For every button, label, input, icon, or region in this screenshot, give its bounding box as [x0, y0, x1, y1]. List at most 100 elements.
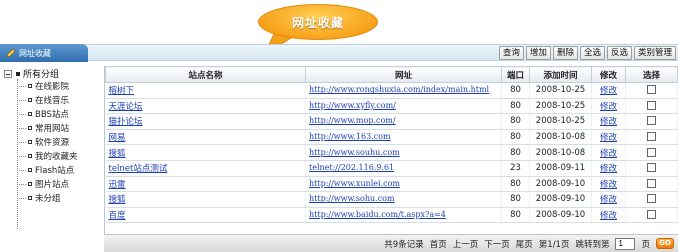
row-checkbox[interactable] [647, 178, 656, 188]
tree-item[interactable]: BBS站点 [17, 108, 69, 120]
go-button[interactable]: GO [656, 238, 674, 249]
row-checkbox[interactable] [647, 100, 656, 110]
tree-item[interactable]: 在线影院 [17, 80, 69, 92]
site-url-link[interactable]: http://www.xunlei.com [309, 179, 400, 188]
tree-item-label[interactable]: 图片站点 [35, 178, 69, 190]
edit-link[interactable]: 修改 [600, 149, 617, 159]
site-url-link[interactable]: http://www.baidu.com/t.aspx?a=4 [309, 210, 446, 219]
tree-branch [17, 197, 26, 199]
site-url-link[interactable]: http://www.rongshuxia.com/index/main.htm… [309, 85, 489, 94]
edit-link[interactable]: 修改 [600, 102, 617, 112]
tree-root-label[interactable]: 所有分组 [23, 67, 59, 80]
tree-item[interactable]: 未分组 [17, 192, 61, 204]
table-row: 榕树下 http://www.rongshuxia.com/index/main… [105, 82, 678, 99]
header-edit: 修改 [591, 66, 626, 83]
node-icon [28, 84, 32, 88]
invert-selection-button[interactable]: 反选 [606, 46, 632, 60]
category-manage-button[interactable]: 类别管理 [633, 46, 676, 60]
site-name-link[interactable]: 猫扑论坛 [109, 117, 143, 127]
tree-item[interactable]: 图片站点 [17, 178, 69, 190]
tree-item-label[interactable]: 未分组 [35, 192, 61, 204]
collapse-icon[interactable] [4, 69, 12, 78]
add-button[interactable]: 增加 [525, 46, 551, 60]
port-cell: 80 [501, 113, 530, 130]
next-page-link[interactable]: 下一页 [484, 238, 510, 250]
edit-link[interactable]: 修改 [600, 195, 617, 205]
tree-item-label[interactable]: 我的收藏夹 [35, 150, 78, 162]
row-checkbox[interactable] [647, 194, 656, 204]
panel-header: 网址收藏 查询 增加 删除 全选 反选 类别管理 [0, 44, 678, 62]
table-row: 百度 http://www.baidu.com/t.aspx?a=4 80 20… [105, 207, 678, 224]
tree-item[interactable]: Flash站点 [17, 164, 74, 176]
pagination-bar: 共9条记录 首页 上一页 下一页 尾页 第1/1页 跳转到第 页 GO [104, 234, 678, 252]
site-name-link[interactable]: 迅雷 [109, 180, 126, 190]
header-date: 添加时间 [529, 66, 592, 83]
edit-link[interactable]: 修改 [600, 180, 617, 190]
date-cell: 2008-09-11 [529, 160, 592, 177]
header-site-name: 站点名称 [105, 66, 306, 83]
site-url-link[interactable]: http://www.163.com [309, 132, 391, 141]
page-number-input[interactable] [615, 237, 636, 250]
row-checkbox[interactable] [647, 210, 656, 220]
port-cell: 80 [501, 129, 530, 146]
panel-title: 网址收藏 [19, 48, 51, 58]
tree-item-label[interactable]: Flash站点 [35, 164, 74, 176]
date-cell: 2008-10-08 [529, 129, 592, 146]
select-all-button[interactable]: 全选 [579, 46, 605, 60]
callout-title: 网址收藏 [291, 15, 344, 30]
edit-link[interactable]: 修改 [600, 117, 617, 127]
node-icon [28, 196, 32, 200]
tree-item-label[interactable]: BBS站点 [35, 108, 69, 120]
port-cell: 80 [501, 207, 530, 224]
edit-link[interactable]: 修改 [600, 86, 617, 96]
site-name-link[interactable]: telnet站点测试 [109, 164, 168, 174]
date-cell: 2008-10-25 [529, 98, 592, 115]
root-node-icon [16, 71, 20, 76]
first-page-link[interactable]: 首页 [430, 238, 447, 250]
tree-root[interactable]: 所有分组 [4, 67, 59, 80]
node-icon [28, 182, 32, 186]
row-checkbox[interactable] [647, 116, 656, 126]
port-cell: 80 [501, 176, 530, 193]
date-cell: 2008-10-08 [529, 144, 592, 161]
tree-item-label[interactable]: 常用网站 [35, 122, 69, 134]
site-url-link[interactable]: http://www.sohu.com [309, 194, 395, 203]
node-icon [28, 154, 32, 158]
tree-item[interactable]: 软件资源 [17, 136, 69, 148]
site-url-link[interactable]: telnet://202.116.9.61 [309, 163, 394, 172]
edit-link[interactable]: 修改 [600, 133, 617, 143]
tree-item-label[interactable]: 在线音乐 [35, 94, 69, 106]
row-checkbox[interactable] [647, 163, 656, 173]
last-page-link[interactable]: 尾页 [516, 238, 533, 250]
node-icon [28, 168, 32, 172]
edit-link[interactable]: 修改 [600, 211, 617, 221]
tree-item[interactable]: 我的收藏夹 [17, 150, 78, 162]
site-name-link[interactable]: 搜狐 [109, 195, 126, 205]
site-url-link[interactable]: http://www.souhu.com [309, 148, 400, 157]
callout-body: 网址收藏 [258, 4, 378, 40]
site-name-link[interactable]: 网易 [109, 133, 126, 143]
row-checkbox[interactable] [647, 132, 656, 142]
site-name-link[interactable]: 搜狐 [109, 149, 126, 159]
tree-item-label[interactable]: 在线影院 [35, 80, 69, 92]
site-name-link[interactable]: 榕树下 [109, 86, 135, 96]
site-name-link[interactable]: 天涯论坛 [109, 102, 143, 112]
delete-button[interactable]: 删除 [552, 46, 578, 60]
site-url-link[interactable]: http://www.mop.com/ [309, 116, 396, 125]
tree-item-label[interactable]: 软件资源 [35, 136, 69, 148]
query-button[interactable]: 查询 [498, 46, 524, 60]
prev-page-link[interactable]: 上一页 [453, 238, 479, 250]
row-checkbox[interactable] [647, 147, 656, 157]
site-url-link[interactable]: http://www.xyfly.com/ [309, 101, 396, 110]
port-cell: 80 [501, 82, 530, 99]
table-row: 搜狐 http://www.sohu.com 80 2008-09-10 修改 [105, 191, 678, 208]
site-name-link[interactable]: 百度 [109, 211, 126, 221]
tree-branch [17, 85, 26, 87]
date-cell: 2008-09-10 [529, 176, 592, 193]
row-checkbox[interactable] [647, 85, 656, 95]
edit-link[interactable]: 修改 [600, 164, 617, 174]
panel-tab: 网址收藏 [0, 44, 88, 62]
node-icon [28, 98, 32, 102]
tree-item[interactable]: 常用网站 [17, 122, 69, 134]
tree-item[interactable]: 在线音乐 [17, 94, 69, 106]
